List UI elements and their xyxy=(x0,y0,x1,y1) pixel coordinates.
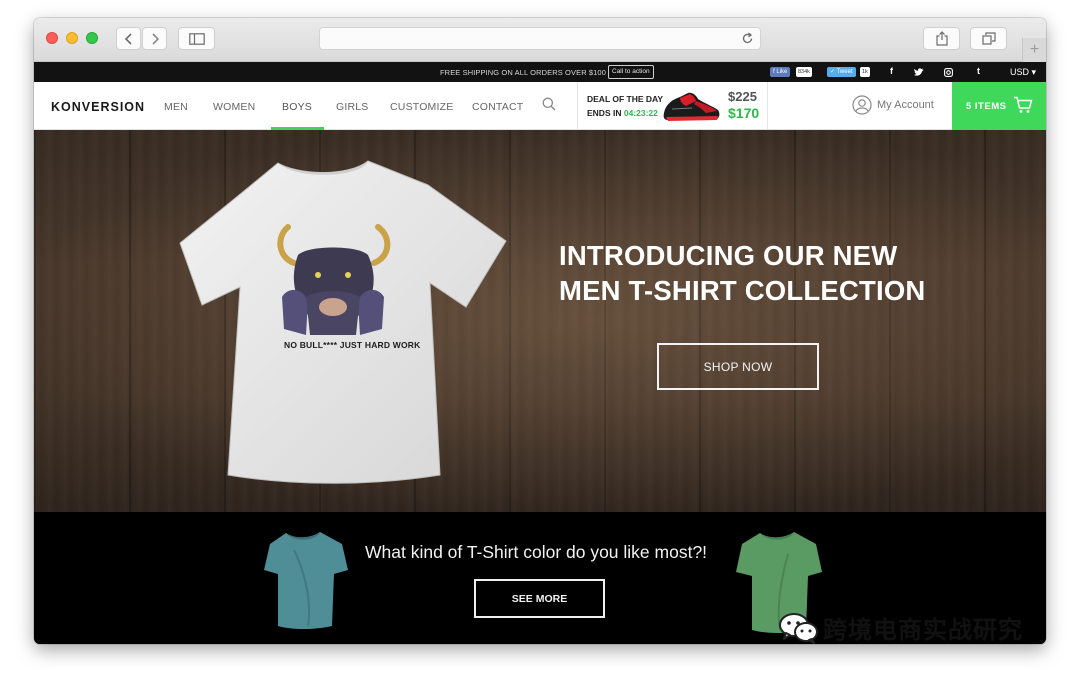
web-page: FREE SHIPPING ON ALL ORDERS OVER $100 Ca… xyxy=(34,62,1046,644)
nav-item-contact[interactable]: CONTACT xyxy=(472,101,523,113)
tweet-label: Tweet xyxy=(836,69,853,75)
main-navigation: KONVERSION MEN WOMEN BOYS GIRLS CUSTOMIZ… xyxy=(34,82,1046,130)
forward-icon xyxy=(151,32,159,45)
top-info-bar: FREE SHIPPING ON ALL ORDERS OVER $100 Ca… xyxy=(34,62,1046,82)
close-window-button[interactable] xyxy=(46,32,58,44)
tumblr-icon[interactable]: t xyxy=(977,66,980,76)
wechat-icon xyxy=(779,612,818,644)
share-button[interactable] xyxy=(923,27,960,50)
reload-icon[interactable] xyxy=(741,32,754,45)
user-icon xyxy=(852,95,872,115)
search-icon[interactable] xyxy=(542,97,556,111)
like-count: 834k xyxy=(796,67,812,77)
ends-in-label: ENDS IN xyxy=(587,108,622,118)
nav-item-women[interactable]: WOMEN xyxy=(213,101,255,113)
headline-line-1: INTRODUCING OUR NEW xyxy=(559,240,898,271)
deal-title: DEAL OF THE DAY xyxy=(587,94,664,104)
twitter-icon[interactable] xyxy=(914,68,924,77)
site-logo[interactable]: KONVERSION xyxy=(51,100,145,114)
nav-item-men[interactable]: MEN xyxy=(164,101,188,113)
share-icon xyxy=(935,31,948,46)
wechat-watermark: 跨境电商实战研究 xyxy=(779,610,1023,645)
minimize-window-button[interactable] xyxy=(66,32,78,44)
forward-button[interactable] xyxy=(142,27,167,50)
currency-selector[interactable]: USD ▾ xyxy=(1010,67,1036,78)
deal-of-the-day[interactable]: DEAL OF THE DAY ENDS IN 04:23:22 $225 $1… xyxy=(577,82,768,130)
cart-icon xyxy=(1014,96,1033,113)
countdown-timer: 04:23:22 xyxy=(623,108,658,118)
tabs-icon xyxy=(981,32,996,45)
deal-countdown: ENDS IN 04:23:22 xyxy=(587,108,658,118)
tweet-count: 1k xyxy=(860,67,870,77)
deal-price: $170 xyxy=(728,105,760,121)
white-tshirt-image[interactable] xyxy=(178,157,508,487)
instagram-icon[interactable] xyxy=(944,68,953,77)
tshirt-slogan: NO BULL**** JUST HARD WORK xyxy=(284,340,421,350)
nav-item-girls[interactable]: GIRLS xyxy=(336,101,369,113)
sneaker-image xyxy=(663,92,720,121)
nav-item-boys[interactable]: BOYS xyxy=(282,101,312,113)
browser-toolbar: + xyxy=(34,18,1046,62)
free-shipping-text: FREE SHIPPING ON ALL ORDERS OVER $100 xyxy=(440,68,606,77)
my-account-link[interactable]: My Account xyxy=(852,95,934,115)
cart-items-label: 5 ITEMS xyxy=(966,101,1007,112)
see-more-button[interactable]: SEE MORE xyxy=(474,579,605,618)
cart-button[interactable]: 5 ITEMS xyxy=(952,82,1046,130)
watermark-text: 跨境电商实战研究 xyxy=(823,616,1023,644)
like-label: Like xyxy=(776,69,788,75)
my-account-label: My Account xyxy=(877,99,934,111)
back-icon xyxy=(124,32,132,45)
sidebar-button[interactable] xyxy=(178,27,215,50)
nav-item-customize[interactable]: CUSTOMIZE xyxy=(390,101,453,113)
promo-question: What kind of T-Shirt color do you like m… xyxy=(365,542,708,562)
new-tab-button[interactable]: + xyxy=(1022,38,1046,62)
facebook-icon[interactable]: f xyxy=(890,66,893,76)
teal-tshirt-image[interactable] xyxy=(264,530,348,630)
hero-headline: INTRODUCING OUR NEW MEN T-SHIRT COLLECTI… xyxy=(559,238,959,308)
original-price: $225 xyxy=(728,89,757,104)
zoom-window-button[interactable] xyxy=(86,32,98,44)
headline-line-2: MEN T-SHIRT COLLECTION xyxy=(559,275,926,306)
tweet-button[interactable]: ✓ Tweet xyxy=(827,67,856,77)
twitter-bird-icon: ✓ xyxy=(830,69,837,75)
browser-window: + FREE SHIPPING ON ALL ORDERS OVER $100 … xyxy=(34,18,1046,644)
back-button[interactable] xyxy=(116,27,141,50)
facebook-like-button[interactable]: f Like xyxy=(770,67,791,77)
sidebar-icon xyxy=(188,32,205,45)
hero-banner: NO BULL**** JUST HARD WORK INTRODUCING O… xyxy=(34,130,1046,512)
tabs-button[interactable] xyxy=(970,27,1007,50)
shop-now-button[interactable]: SHOP NOW xyxy=(657,343,819,390)
plus-icon: + xyxy=(1029,41,1040,58)
call-to-action-button[interactable]: Call to action xyxy=(608,65,654,79)
address-bar[interactable] xyxy=(319,27,761,50)
